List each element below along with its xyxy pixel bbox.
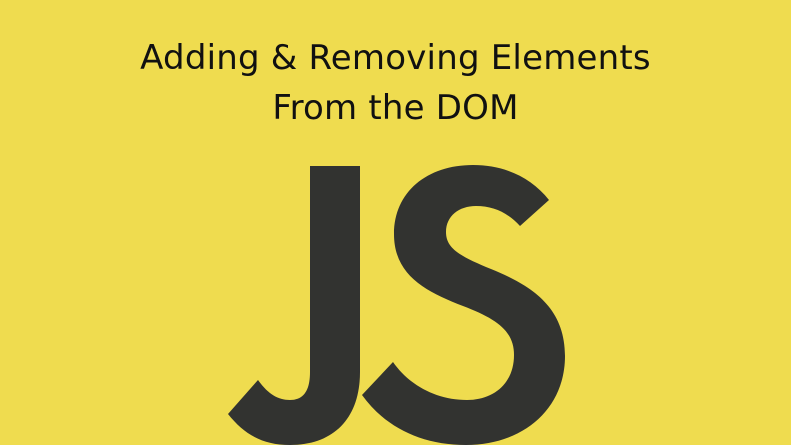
thumbnail-canvas: Adding & Removing Elements From the DOM bbox=[0, 0, 791, 445]
js-letter-j bbox=[228, 166, 360, 445]
js-letter-s bbox=[362, 165, 565, 445]
javascript-logo-icon bbox=[228, 165, 565, 445]
